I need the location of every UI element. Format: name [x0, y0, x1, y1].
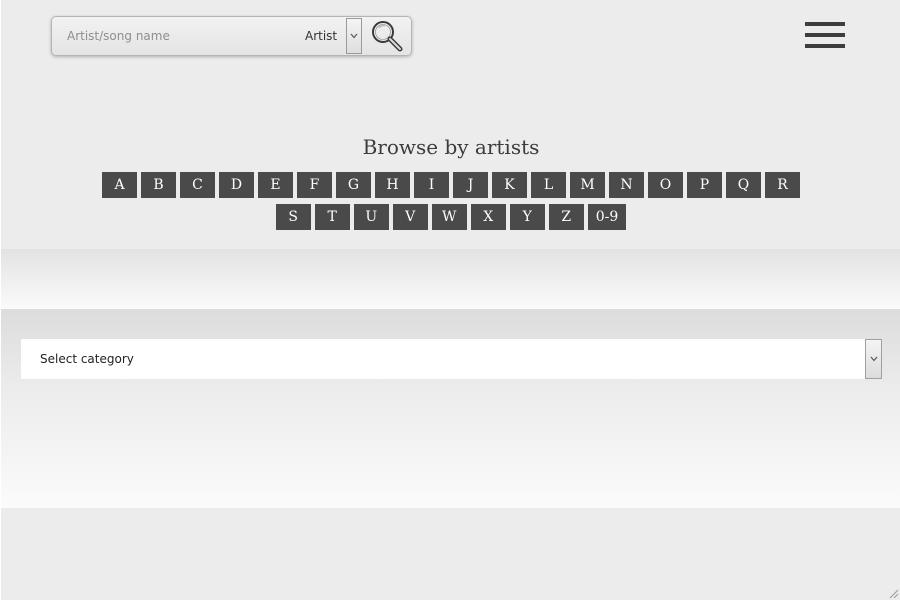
search-type-value[interactable]: Artist	[305, 29, 337, 43]
chevron-down-icon	[350, 33, 358, 39]
letters-row-2: S T U V W X Y Z 0-9	[1, 204, 900, 230]
letter-button[interactable]: I	[414, 172, 449, 198]
letter-button[interactable]: G	[336, 172, 371, 198]
chevron-down-icon	[870, 356, 877, 362]
letter-button[interactable]: P	[687, 172, 722, 198]
letter-button[interactable]: T	[314, 204, 350, 230]
letter-button[interactable]: N	[609, 172, 644, 198]
category-select-value: Select category	[40, 352, 134, 366]
search-button[interactable]	[364, 18, 410, 54]
letter-button[interactable]: D	[219, 172, 254, 198]
hamburger-menu-icon[interactable]	[805, 20, 845, 50]
page: Artist Browse by artists A B C D E F	[0, 0, 900, 600]
letter-button[interactable]: Q	[726, 172, 761, 198]
letter-button[interactable]: V	[392, 204, 428, 230]
letter-button[interactable]: O	[648, 172, 683, 198]
category-select[interactable]: Select category	[21, 339, 882, 379]
letter-button[interactable]: U	[353, 204, 389, 230]
magnifier-icon	[372, 21, 403, 52]
letter-button[interactable]: B	[141, 172, 176, 198]
letter-button[interactable]: K	[492, 172, 527, 198]
letter-button[interactable]: F	[297, 172, 332, 198]
letter-button[interactable]: A	[102, 172, 137, 198]
letter-button[interactable]: C	[180, 172, 215, 198]
divider-band	[1, 249, 900, 309]
letter-button[interactable]: X	[470, 204, 506, 230]
resize-grip-icon[interactable]	[887, 587, 899, 599]
browse-title: Browse by artists	[362, 135, 540, 159]
letter-button[interactable]: M	[570, 172, 605, 198]
letter-button[interactable]: E	[258, 172, 293, 198]
letter-button[interactable]: Y	[509, 204, 545, 230]
letter-button[interactable]: L	[531, 172, 566, 198]
category-section: Select category	[1, 309, 900, 508]
category-dropdown-button[interactable]	[865, 339, 882, 379]
letter-button[interactable]: Z	[548, 204, 584, 230]
letter-button[interactable]: J	[453, 172, 488, 198]
letter-button[interactable]: S	[275, 204, 311, 230]
search-type-dropdown-button[interactable]	[346, 18, 362, 54]
search-bar: Artist	[51, 16, 412, 56]
letter-button[interactable]: W	[431, 204, 467, 230]
search-input[interactable]	[56, 21, 290, 51]
letters-row-1: A B C D E F G H I J K L M N O P Q R	[1, 172, 900, 198]
letter-button-digits[interactable]: 0-9	[587, 204, 627, 230]
letter-button[interactable]: H	[375, 172, 410, 198]
letter-button[interactable]: R	[765, 172, 800, 198]
